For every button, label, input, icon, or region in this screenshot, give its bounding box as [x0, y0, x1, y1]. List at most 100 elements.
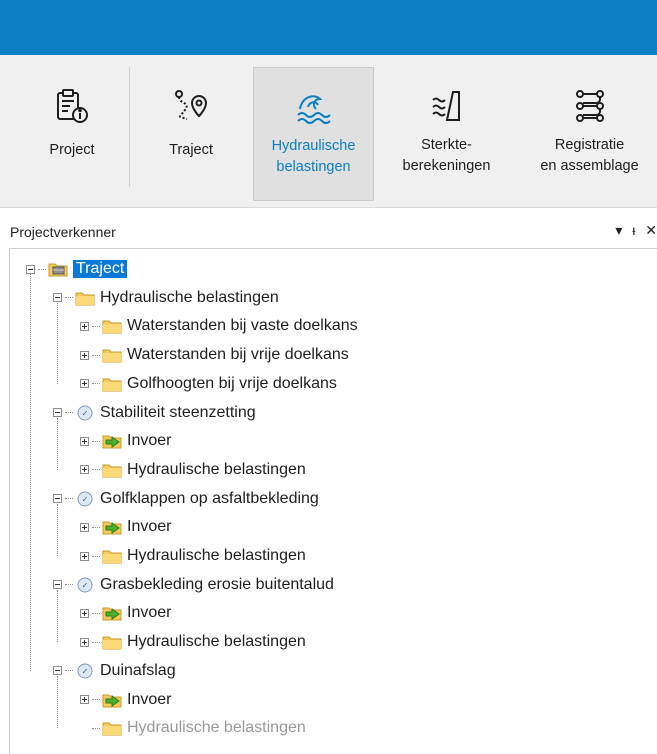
tree-node-label: Golfhoogten bij vrije doelkans — [127, 374, 337, 392]
tree-node[interactable]: Golfhoogten bij vrije doelkans — [80, 372, 337, 396]
expand-icon[interactable] — [80, 436, 89, 446]
expand-icon[interactable] — [80, 350, 89, 360]
folder-icon — [102, 318, 122, 334]
tree-node[interactable]: Duinafslag — [53, 659, 176, 683]
expand-icon[interactable] — [80, 551, 89, 561]
input-icon — [102, 433, 122, 449]
tree-node[interactable]: Hydraulische belastingen — [53, 286, 279, 310]
folder-icon — [102, 376, 122, 392]
expand-icon[interactable] — [80, 637, 89, 647]
tree-connector — [92, 354, 100, 356]
tree-node-label: Hydraulische belastingen — [127, 460, 306, 478]
folder-icon — [102, 347, 122, 363]
tree-guide-line — [30, 274, 31, 671]
route-pin-icon — [169, 81, 213, 131]
input-icon — [102, 605, 122, 621]
tree-connector — [92, 641, 100, 643]
expand-icon[interactable] — [80, 695, 89, 704]
flow-icon — [568, 81, 612, 131]
tree-connector — [38, 268, 46, 270]
failure-icon — [75, 577, 95, 593]
collapse-icon[interactable] — [53, 666, 62, 676]
tree-connector — [92, 469, 100, 471]
panel-header-controls: ▾ ᵻ ✕ — [609, 222, 657, 239]
tree-node[interactable]: Stabiliteit steenzetting — [53, 401, 256, 425]
collapse-icon[interactable] — [53, 494, 62, 504]
tree-node[interactable]: Waterstanden bij vaste doelkans — [80, 314, 358, 338]
tree-guide-line — [57, 417, 58, 470]
tree-node-label: Hydraulische belastingen — [127, 719, 306, 737]
tree-node-label: Hydraulische belastingen — [127, 547, 306, 564]
collapse-icon[interactable] — [53, 293, 62, 303]
tree-node[interactable]: Hydraulische belastingen — [80, 630, 306, 654]
folder-icon — [102, 462, 122, 478]
folder-icon — [102, 720, 122, 736]
tree-node[interactable]: Invoer — [80, 429, 171, 453]
dropdown-icon[interactable]: ▾ — [615, 222, 622, 239]
ribbon-button-registratie-assemblage[interactable]: Registratie en assemblage — [522, 67, 657, 201]
waves-icon — [292, 82, 336, 132]
tree-connector — [65, 670, 73, 672]
tree-guide-line — [57, 589, 58, 643]
collapse-icon[interactable] — [53, 580, 62, 590]
tree-node[interactable]: Hydraulische belastingen — [80, 544, 306, 568]
tree-connector — [65, 584, 73, 586]
tree-connector — [92, 526, 100, 528]
input-icon — [102, 692, 122, 708]
pin-icon[interactable]: ᵻ — [632, 222, 635, 238]
tree-node[interactable]: Hydraulische belastingen — [80, 458, 306, 482]
ribbon-button-traject[interactable]: Traject — [150, 67, 232, 201]
ribbon-button-sterkte-berekeningen[interactable]: Sterkte- berekeningen — [384, 67, 509, 201]
tree-node[interactable]: Invoer — [80, 601, 171, 625]
tree-guide-line — [57, 675, 58, 729]
tree-node-label: Invoer — [127, 690, 172, 708]
tree-node[interactable]: Grasbekleding erosie buitentalud — [53, 573, 334, 597]
ribbon-label: Sterkte- berekeningen — [402, 137, 491, 174]
panel-title: Projectverkenner — [10, 224, 116, 240]
tree-node-label: Hydraulische belastingen — [100, 288, 279, 306]
tree-connector — [92, 699, 100, 700]
tree-node[interactable]: Waterstanden bij vrije doelkans — [80, 343, 349, 367]
collapse-icon[interactable] — [53, 408, 62, 417]
ribbon-label: Hydraulische belastingen — [271, 138, 356, 175]
ribbon-button-project[interactable]: Project — [32, 67, 112, 201]
title-bar — [0, 0, 657, 55]
ribbon-button-hydraulische-belastingen[interactable]: Hydraulische belastingen — [253, 67, 374, 201]
tree-connector — [92, 612, 100, 614]
close-icon[interactable]: ✕ — [645, 222, 657, 239]
ribbon: Project Traject Hydraulische belastingen — [0, 55, 657, 208]
folder-icon — [75, 290, 95, 306]
tree-node-label: Invoer — [127, 432, 172, 450]
tree-node-label: Duinafslag — [100, 661, 176, 679]
tree-node-label: Hydraulische belastingen — [127, 633, 306, 651]
tree-node[interactable]: Traject — [26, 257, 128, 281]
ribbon-label: Traject — [169, 142, 213, 158]
tree-node-label: Waterstanden bij vrije doelkans — [127, 346, 349, 364]
tree-guide-line — [57, 302, 58, 384]
clipboard-info-icon — [52, 81, 92, 131]
tree-connector — [65, 412, 73, 413]
folder-icon — [102, 548, 122, 564]
tree-connector — [92, 440, 100, 442]
tree-guide-line — [57, 503, 58, 556]
project-explorer-tree: Traject Hydraulische belastingen Waterstan… — [9, 248, 657, 754]
tree-node-label: Invoer — [127, 604, 172, 622]
expand-icon[interactable] — [80, 522, 89, 532]
tree-node-label: Invoer — [127, 518, 172, 536]
tree-connector — [92, 555, 100, 557]
tree-node[interactable]: Invoer — [80, 688, 171, 712]
tree-node[interactable]: Invoer — [80, 515, 171, 539]
panel-header: Projectverkenner ▾ ᵻ ✕ — [0, 219, 657, 247]
expand-icon[interactable] — [80, 608, 89, 618]
collapse-icon[interactable] — [26, 264, 35, 274]
tree-node-label: Golfklappen op asfaltbekleding — [100, 489, 319, 507]
tree-node-label: Waterstanden bij vaste doelkans — [127, 317, 358, 335]
expand-icon[interactable] — [80, 465, 89, 475]
tree-node[interactable]: Hydraulische belastingen — [80, 716, 306, 740]
expand-icon[interactable] — [80, 379, 89, 389]
tree-node[interactable]: Golfklappen op asfaltbekleding — [53, 487, 319, 511]
folder-icon — [102, 634, 122, 650]
input-icon — [102, 519, 122, 535]
tree-node-label: Traject — [73, 260, 128, 278]
expand-icon[interactable] — [80, 321, 89, 331]
